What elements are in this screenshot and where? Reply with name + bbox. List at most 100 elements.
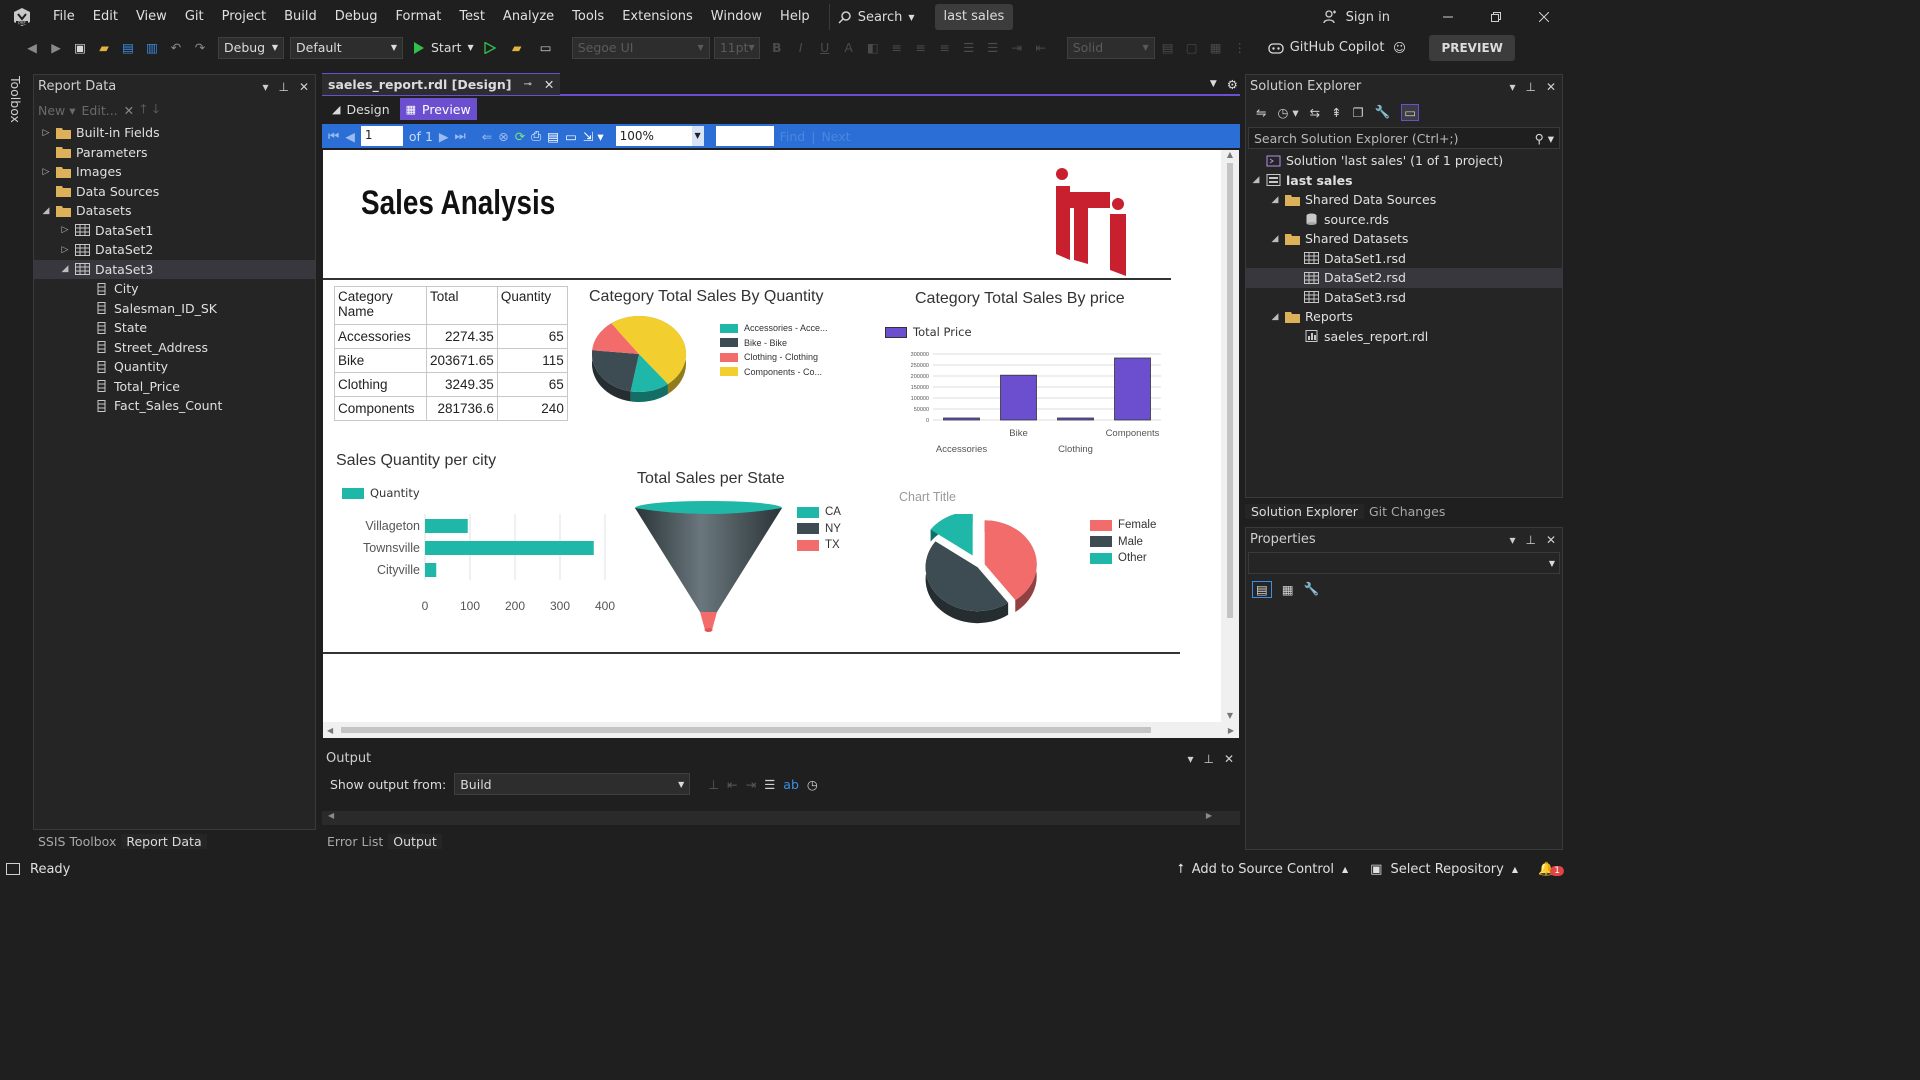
last-page-icon[interactable]: ⏭	[455, 128, 466, 144]
overflow-icon[interactable]: ⋮	[1231, 39, 1249, 57]
visual-studio-logo-icon[interactable]: PRE	[0, 0, 44, 34]
print-layout-icon[interactable]: ▤	[547, 129, 559, 144]
save-all-icon[interactable]: ▥	[143, 39, 161, 57]
next-link[interactable]: Next	[821, 129, 850, 144]
word-wrap-icon[interactable]: ab	[783, 777, 799, 792]
find-link[interactable]: Find	[780, 129, 806, 144]
page-number-input[interactable]: 1	[360, 126, 403, 146]
property-pages-icon[interactable]: 🔧	[1304, 581, 1320, 597]
properties-object-selector[interactable]: ▼	[1248, 552, 1560, 574]
borders-icon[interactable]: ▦	[1207, 39, 1225, 57]
collapsed-arrow-icon[interactable]: ▷	[59, 225, 71, 235]
font-dropdown[interactable]: Segoe UI ▼	[571, 36, 710, 59]
tree-item[interactable]: ◢ DataSet3	[34, 259, 315, 279]
tree-item[interactable]: Data Sources	[34, 182, 315, 202]
delete-icon[interactable]: ✕	[124, 103, 134, 118]
find-text-input[interactable]	[715, 126, 774, 146]
clear-all-icon[interactable]: ☰	[764, 777, 775, 792]
first-page-icon[interactable]: ⏮	[328, 128, 339, 144]
find-message-icon[interactable]: ⊥	[708, 777, 719, 792]
clock-icon[interactable]: ◷	[807, 777, 818, 792]
collapsed-arrow-icon[interactable]: ▷	[40, 167, 52, 177]
expanded-arrow-icon[interactable]: ◢	[1269, 312, 1281, 322]
tab-output[interactable]: Output	[388, 833, 442, 849]
categorized-icon[interactable]: ▤	[1252, 580, 1272, 598]
start-without-debugging-icon[interactable]	[484, 41, 496, 54]
tree-item[interactable]: ◢ Shared Data Sources	[1246, 190, 1562, 210]
page-setup-icon[interactable]: ▭	[565, 129, 577, 144]
window-position-icon[interactable]: ▾	[1509, 75, 1515, 99]
tree-item[interactable]: DataSet2.rsd	[1246, 268, 1562, 288]
scrollbar-thumb[interactable]	[341, 727, 1152, 733]
forward-icon[interactable]: ▶	[47, 39, 65, 57]
menu-analyze[interactable]: Analyze	[494, 0, 563, 34]
close-icon[interactable]: ✕	[1546, 528, 1556, 552]
properties-icon[interactable]: 🔧	[1375, 104, 1391, 120]
close-tab-icon[interactable]: ✕	[544, 77, 554, 92]
back-to-parent-icon[interactable]: ⇐	[482, 129, 492, 144]
select-repository-button[interactable]: ▣ Select Repository ▲	[1370, 862, 1518, 877]
new-project-icon[interactable]: ▣	[71, 39, 89, 57]
font-color-icon[interactable]: A	[840, 39, 858, 57]
window-position-icon[interactable]: ▾	[1509, 528, 1515, 552]
close-icon[interactable]: ✕	[1546, 75, 1556, 99]
output-scrollbar[interactable]: ◀ ▶	[322, 811, 1240, 825]
document-tab[interactable]: saeles_report.rdl [Design] ⊸ ✕	[322, 73, 561, 95]
background-color-icon[interactable]: ◧	[864, 39, 882, 57]
show-all-files-icon[interactable]: ❐	[1353, 105, 1364, 120]
preview-selected-icon[interactable]: ▭	[1401, 103, 1420, 121]
tree-item[interactable]: DataSet1.rsd	[1246, 249, 1562, 269]
menu-edit[interactable]: Edit	[84, 0, 127, 34]
alphabetical-icon[interactable]: ▦	[1282, 582, 1294, 597]
collapsed-arrow-icon[interactable]: ▷	[59, 245, 71, 255]
move-down-icon[interactable]: 🡓	[153, 100, 160, 121]
collapse-all-icon[interactable]: ⇞	[1331, 105, 1341, 120]
align-right-icon[interactable]: ≡	[936, 39, 954, 57]
previous-message-icon[interactable]: ⇤	[727, 777, 737, 792]
underline-icon[interactable]: U	[816, 39, 834, 57]
tab-ssis-toolbox[interactable]: SSIS Toolbox	[33, 834, 121, 849]
search-button[interactable]: Search ▼	[828, 4, 923, 30]
pin-icon[interactable]: ⊥	[1525, 75, 1535, 99]
restore-button[interactable]	[1472, 0, 1520, 34]
settings-gear-icon[interactable]: ⚙	[1227, 77, 1238, 92]
menu-debug[interactable]: Debug	[326, 0, 387, 34]
tree-item[interactable]: ◢ Reports	[1246, 307, 1562, 327]
collapsed-arrow-icon[interactable]: ▷	[40, 128, 52, 138]
layout-icon[interactable]: ▭	[537, 39, 555, 57]
export-icon[interactable]: ⇲ ▾	[583, 129, 604, 144]
tree-item[interactable]: saeles_report.rdl	[1246, 327, 1562, 347]
tree-item[interactable]: Street_Address	[34, 338, 315, 358]
switch-views-icon[interactable]: ⇋	[1256, 105, 1266, 120]
font-size-dropdown[interactable]: 11pt ▼	[713, 36, 760, 59]
stop-icon[interactable]: ⊗	[498, 129, 508, 144]
tree-item[interactable]: Salesman_ID_SK	[34, 299, 315, 319]
expanded-arrow-icon[interactable]: ◢	[1269, 195, 1281, 205]
pin-icon[interactable]: ⊥	[1203, 747, 1213, 771]
border-style-dropdown[interactable]: Solid ▼	[1066, 36, 1155, 59]
start-button[interactable]: Start ▼	[413, 40, 474, 55]
menu-file[interactable]: File	[44, 0, 84, 34]
menu-view[interactable]: View	[127, 0, 176, 34]
border-color-icon[interactable]: ▢	[1183, 39, 1201, 57]
expanded-arrow-icon[interactable]: ◢	[59, 264, 71, 274]
bold-icon[interactable]: B	[768, 39, 786, 57]
tab-error-list[interactable]: Error List	[322, 834, 388, 849]
bullets-icon[interactable]: ☰	[960, 39, 978, 57]
github-copilot-button[interactable]: GitHub Copilot	[1268, 40, 1384, 55]
solution-name-chip[interactable]: last sales	[934, 4, 1014, 30]
solution-search-box[interactable]: Search Solution Explorer (Ctrl+;) ⚲ ▾	[1248, 127, 1560, 149]
close-window-button[interactable]	[1520, 0, 1568, 34]
border-width-icon[interactable]: ▤	[1159, 39, 1177, 57]
back-icon[interactable]: ◀	[23, 39, 41, 57]
tree-item[interactable]: Quantity	[34, 357, 315, 377]
expanded-arrow-icon[interactable]: ◢	[1250, 175, 1262, 185]
tree-item[interactable]: Parameters	[34, 143, 315, 163]
next-message-icon[interactable]: ⇥	[746, 777, 756, 792]
zoom-dropdown[interactable]: 100% ▼	[615, 126, 704, 146]
pending-changes-icon[interactable]: ◷ ▾	[1277, 105, 1298, 120]
tree-item[interactable]: Solution 'last sales' (1 of 1 project)	[1246, 151, 1562, 171]
new-menu[interactable]: New ▾	[38, 103, 76, 118]
redo-icon[interactable]: ↷	[191, 39, 209, 57]
previous-page-icon[interactable]: ◀	[345, 129, 355, 144]
